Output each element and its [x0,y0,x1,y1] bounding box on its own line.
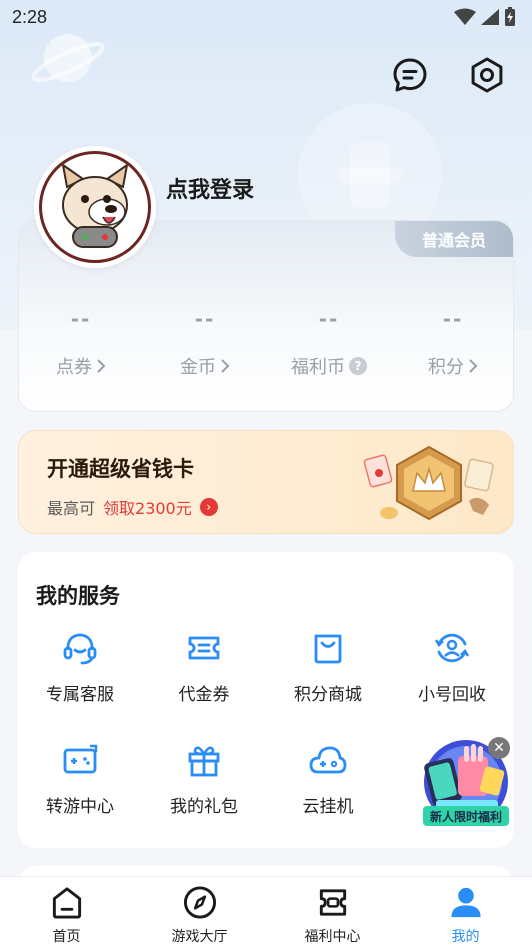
stat-label-row: 金币 [143,353,267,379]
saver-subtitle: 最高可 领取2300元 › [47,495,218,519]
headset-icon [63,633,97,665]
tab-label: 福利中心 [304,929,361,945]
bottom-tab-bar: 首页 游戏大厅 福利中心 我的 [0,876,532,946]
stat-value: -- [442,307,464,331]
stat-gold[interactable]: -- 金币 [143,307,267,379]
service-my-gifts[interactable]: 我的礼包 [142,740,266,852]
stat-label-row: 点券 [19,353,143,379]
stat-label: 积分 [428,357,464,378]
message-icon [393,58,427,92]
gift-icon [188,746,220,777]
service-vouchers[interactable]: 代金券 [142,628,266,740]
game-transfer-icon [63,744,98,774]
stat-value: -- [70,307,92,331]
service-label: 小号回收 [418,685,486,705]
service-label: 代金券 [178,685,230,705]
tab-label: 我的 [451,929,480,945]
welfare-icon [319,889,346,916]
member-stats: -- 点券 -- 金币 -- 福利币 ? -- 积分 [19,307,515,379]
battery-icon [505,7,515,26]
tab-game-hall[interactable]: 游戏大厅 [133,877,266,946]
service-points-mall[interactable]: 积分商城 [266,628,390,740]
tab-label: 首页 [52,929,81,945]
avatar-image [39,151,151,263]
avatar[interactable] [34,146,156,268]
member-level-badge[interactable]: 普通会员 [395,221,513,257]
stat-value: -- [194,307,216,331]
chevron-right-icon: › [199,498,218,516]
settings-button[interactable] [468,56,506,94]
message-button[interactable] [391,56,429,94]
stat-points[interactable]: -- 积分 [391,307,515,379]
tab-welfare-center[interactable]: 福利中心 [266,877,399,946]
chevron-right-icon [97,359,106,373]
service-customer-support[interactable]: 专属客服 [18,628,142,740]
compass-icon [183,886,216,919]
cloud-gamepad-icon [309,746,347,774]
service-label: 云挂机 [302,797,354,817]
profile-icon [450,887,481,918]
wifi-icon [454,8,476,25]
service-label: 我的礼包 [170,797,238,817]
services-title: 我的服务 [36,584,120,608]
stat-label: 金币 [180,357,216,378]
dog-mascot-icon [61,162,129,248]
service-game-transfer[interactable]: 转游中心 [18,740,142,852]
stat-label-row: 积分 [391,353,515,379]
gear-icon [471,57,503,93]
stat-label: 点券 [56,357,92,378]
chevron-right-icon [469,359,478,373]
promo-label: 新人限时福利 [423,806,509,826]
super-saver-card-banner[interactable]: 开通超级省钱卡 最高可 领取2300元 › [18,430,514,534]
service-account-recycle[interactable]: 小号回收 [390,628,514,740]
stat-welfare-coins[interactable]: -- 福利币 ? [267,307,391,379]
close-icon[interactable]: ✕ [488,737,510,759]
stat-label-row: 福利币 ? [267,353,391,379]
service-label: 积分商城 [294,685,362,705]
recycle-account-icon [434,633,470,663]
status-bar: 2:28 [0,0,532,36]
signal-icon [481,9,499,25]
chevron-right-icon [221,359,230,373]
tab-mine[interactable]: 我的 [399,877,532,946]
shopping-bag-icon [314,634,342,664]
help-icon[interactable]: ? [349,357,367,375]
voucher-icon [188,636,220,660]
tab-label: 游戏大厅 [171,929,228,945]
services-row: 专属客服 代金券 积分商城 小号回收 [18,628,514,740]
home-icon [52,887,81,919]
status-time: 2:28 [12,7,48,27]
hexagon-crown-icon [363,445,494,521]
service-label: 转游中心 [46,797,114,817]
tab-home[interactable]: 首页 [0,877,133,946]
saver-prefix: 最高可 [47,499,96,518]
saver-highlight: 领取2300元 [103,499,192,518]
saver-title: 开通超级省钱卡 [47,457,194,481]
status-icons [454,7,516,27]
service-label: 专属客服 [46,685,114,705]
service-cloud-idle[interactable]: 云挂机 [266,740,390,852]
stat-label: 福利币 [291,357,345,378]
stat-value: -- [318,307,340,331]
stat-coupons[interactable]: -- 点券 [19,307,143,379]
login-prompt[interactable]: 点我登录 [166,172,254,204]
